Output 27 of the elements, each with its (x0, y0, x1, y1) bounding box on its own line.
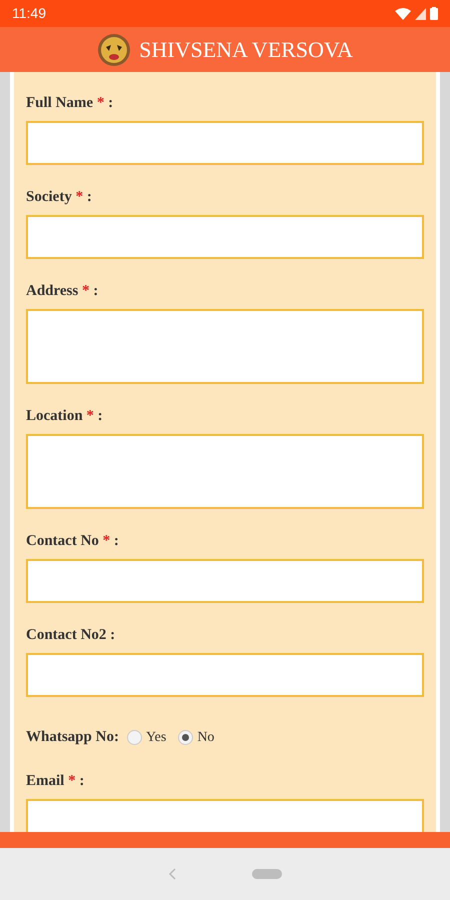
radio-button[interactable] (178, 730, 194, 745)
wifi-icon (395, 8, 411, 20)
field-label: Society * : (26, 188, 93, 207)
tiger-logo-icon (97, 32, 132, 66)
signal-icon (415, 8, 426, 20)
field-label: Full Name * : (26, 94, 114, 113)
radio-button[interactable] (126, 730, 142, 745)
input-field[interactable] (26, 559, 424, 603)
input-field[interactable] (26, 215, 424, 259)
input-field[interactable] (26, 798, 424, 832)
field-label: Contact No * : (26, 532, 120, 551)
status-time: 11:49 (12, 4, 46, 23)
field-label: Email * : (26, 772, 86, 790)
input-field[interactable] (26, 121, 424, 165)
field-label: Whatsapp No: (26, 728, 119, 747)
field-label: Contact No2 : (26, 626, 116, 645)
input-field[interactable] (26, 653, 424, 697)
battery-icon (430, 7, 438, 20)
field-label: Address * : (26, 282, 100, 301)
back-icon[interactable] (168, 868, 176, 880)
radio-label: No (197, 728, 214, 747)
field-label: Location * : (26, 407, 104, 426)
app-title: SHIVSENA VERSOVA (139, 36, 353, 64)
text-area[interactable] (26, 434, 424, 509)
text-area[interactable] (26, 309, 424, 384)
home-button[interactable] (252, 869, 282, 879)
radio-label: Yes (146, 728, 166, 747)
